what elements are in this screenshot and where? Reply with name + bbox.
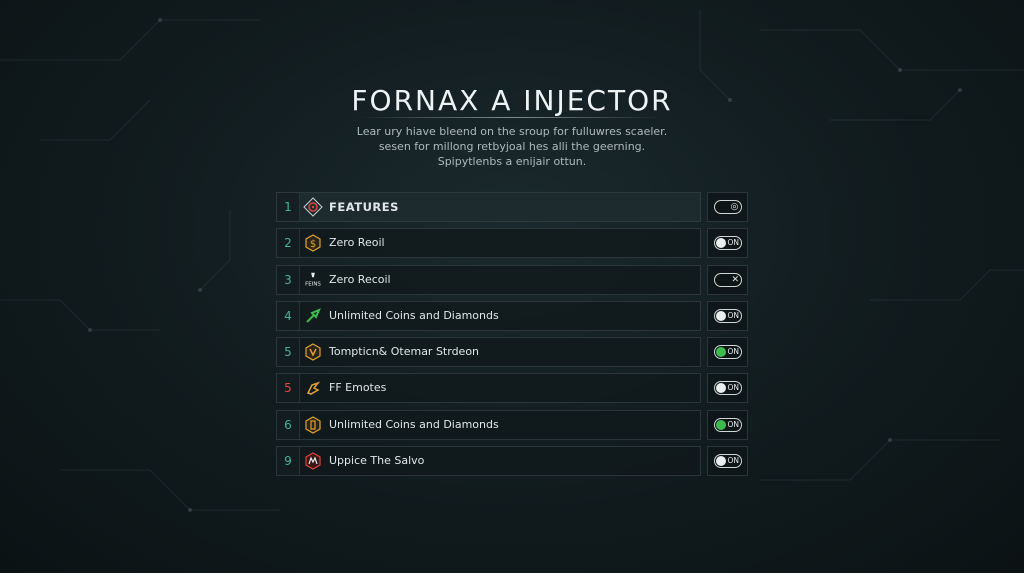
gold-badge-icon	[303, 415, 323, 435]
toggle-text: ON	[727, 383, 740, 393]
row-index: 3	[277, 265, 300, 294]
svg-text:$: $	[310, 239, 316, 250]
features-header-row: 1 FEATURES ◎	[276, 192, 748, 222]
emote-hand-icon	[303, 378, 323, 398]
row-index: 9	[277, 447, 300, 476]
feins-logo-text: FEINS	[305, 281, 321, 287]
feature-list: 1 FEATURES ◎ 2 $ Zero Reoil ON 3 FEINS Z…	[276, 192, 748, 482]
master-toggle[interactable]: ◎	[713, 200, 742, 214]
feature-toggle[interactable]: ON	[713, 308, 742, 323]
row-label: Uppice The Salvo	[329, 454, 425, 468]
row-main[interactable]: 3 FEINS Zero Recoil	[276, 264, 701, 295]
toggle-box: ON	[707, 300, 748, 331]
toggle-text: ON	[727, 347, 740, 357]
feature-row: 6 Unlimited Coins and Diamonds ON	[276, 409, 748, 440]
row-label: Unlimited Coins and Diamonds	[329, 417, 499, 431]
toggle-text: ON	[727, 310, 740, 320]
toggle-text: ◎	[730, 202, 739, 212]
feature-row: 5 FF Emotes ON	[276, 373, 748, 404]
row-label: Zero Recoil	[329, 272, 391, 286]
toggle-knob	[715, 456, 726, 467]
feins-logo-icon: FEINS	[303, 270, 323, 290]
toggle-text: ✕	[731, 274, 740, 285]
toggle-box: ◎	[707, 192, 748, 222]
subtitle-line: Lear ury hiave bleend on the sroup for f…	[356, 125, 668, 138]
row-main[interactable]: 5 FF Emotes	[276, 373, 701, 404]
toggle-box: ON	[707, 409, 748, 440]
feature-toggle[interactable]: ON	[713, 454, 742, 469]
red-emblem-icon	[303, 451, 323, 471]
gold-shield-icon	[303, 342, 323, 362]
toggle-knob	[715, 419, 726, 430]
row-label: Tompticn& Otemar Strdeon	[329, 345, 480, 359]
row-main[interactable]: 2 $ Zero Reoil	[276, 228, 701, 259]
toggle-knob	[715, 310, 726, 321]
row-index: 4	[277, 301, 300, 330]
toggle-knob	[715, 238, 726, 249]
feature-toggle[interactable]: ON	[713, 417, 742, 432]
feature-toggle[interactable]: ON	[713, 345, 742, 360]
row-index: 2	[277, 229, 300, 258]
feature-toggle[interactable]: ✕	[713, 272, 742, 287]
feature-row: 3 FEINS Zero Recoil ✕	[276, 264, 748, 295]
toggle-knob	[715, 347, 726, 358]
toggle-text: ON	[727, 456, 740, 466]
subtitle-line: Spipytlenbs a enijair ottun.	[437, 155, 587, 168]
toggle-box: ✕	[707, 264, 748, 295]
green-arrow-icon	[303, 306, 323, 326]
row-index: 5	[277, 338, 300, 367]
row-main: 1 FEATURES	[276, 192, 701, 222]
row-main[interactable]: 4 Unlimited Coins and Diamonds	[276, 300, 701, 331]
toggle-text: ON	[727, 238, 740, 248]
toggle-box: ON	[707, 446, 748, 477]
title-underline	[360, 117, 662, 118]
crosshair-icon	[303, 197, 323, 217]
toggle-box: ON	[707, 373, 748, 404]
feature-row: 2 $ Zero Reoil ON	[276, 228, 748, 259]
page-title: FORNAX A INJECTOR	[351, 84, 673, 117]
row-label: FF Emotes	[329, 381, 387, 395]
row-index: 5	[277, 374, 300, 403]
row-main[interactable]: 6 Unlimited Coins and Diamonds	[276, 409, 701, 440]
row-index: 1	[277, 193, 300, 221]
feature-row: 9 Uppice The Salvo ON	[276, 446, 748, 477]
row-label: Zero Reoil	[329, 236, 385, 250]
page-subtitle: Lear ury hiave bleend on the sroup for f…	[0, 124, 1024, 169]
feature-toggle[interactable]: ON	[713, 236, 742, 251]
row-index: 6	[277, 410, 300, 439]
toggle-text: ON	[727, 419, 740, 429]
row-label: Unlimited Coins and Diamonds	[329, 308, 499, 322]
row-main[interactable]: 9 Uppice The Salvo	[276, 446, 701, 477]
dollar-shield-icon: $	[303, 233, 323, 253]
row-label: FEATURES	[329, 200, 399, 214]
toggle-box: ON	[707, 228, 748, 259]
toggle-box: ON	[707, 337, 748, 368]
feature-row: 4 Unlimited Coins and Diamonds ON	[276, 300, 748, 331]
row-main[interactable]: 5 Tompticn& Otemar Strdeon	[276, 337, 701, 368]
feature-toggle[interactable]: ON	[713, 381, 742, 396]
toggle-knob	[715, 383, 726, 394]
subtitle-line: sesen for millong retbyjoal hes alli the…	[378, 140, 646, 153]
feature-row: 5 Tompticn& Otemar Strdeon ON	[276, 337, 748, 368]
